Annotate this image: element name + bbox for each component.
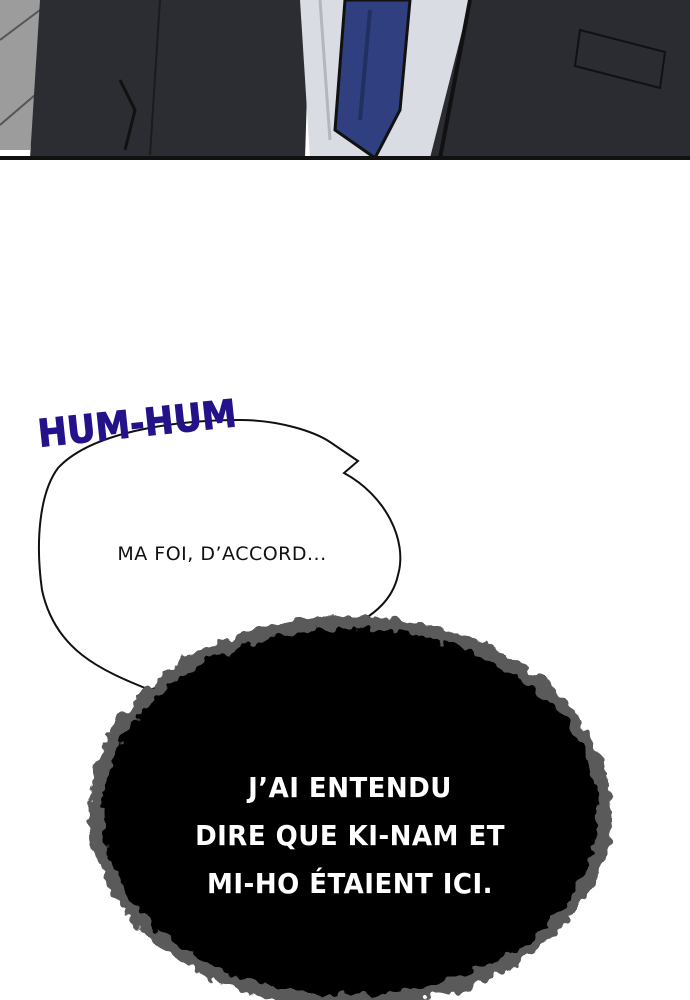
dark-bubble-line-2: DIRE QUE KI-NAM ET xyxy=(195,819,505,852)
dark-bubble-line-3: MI-HO ÉTAIENT ICI. xyxy=(207,867,493,900)
comic-page: HUM-HUM MA FOI, D’ACCORD... J’AI ENTENDU… xyxy=(0,0,690,1000)
speech-bubble-text: MA FOI, D’ACCORD... xyxy=(117,543,327,565)
dark-bubble-text: J’AI ENTENDU DIRE QUE KI-NAM ET MI-HO ÉT… xyxy=(140,764,560,908)
dark-bubble-line-1: J’AI ENTENDU xyxy=(248,771,452,804)
